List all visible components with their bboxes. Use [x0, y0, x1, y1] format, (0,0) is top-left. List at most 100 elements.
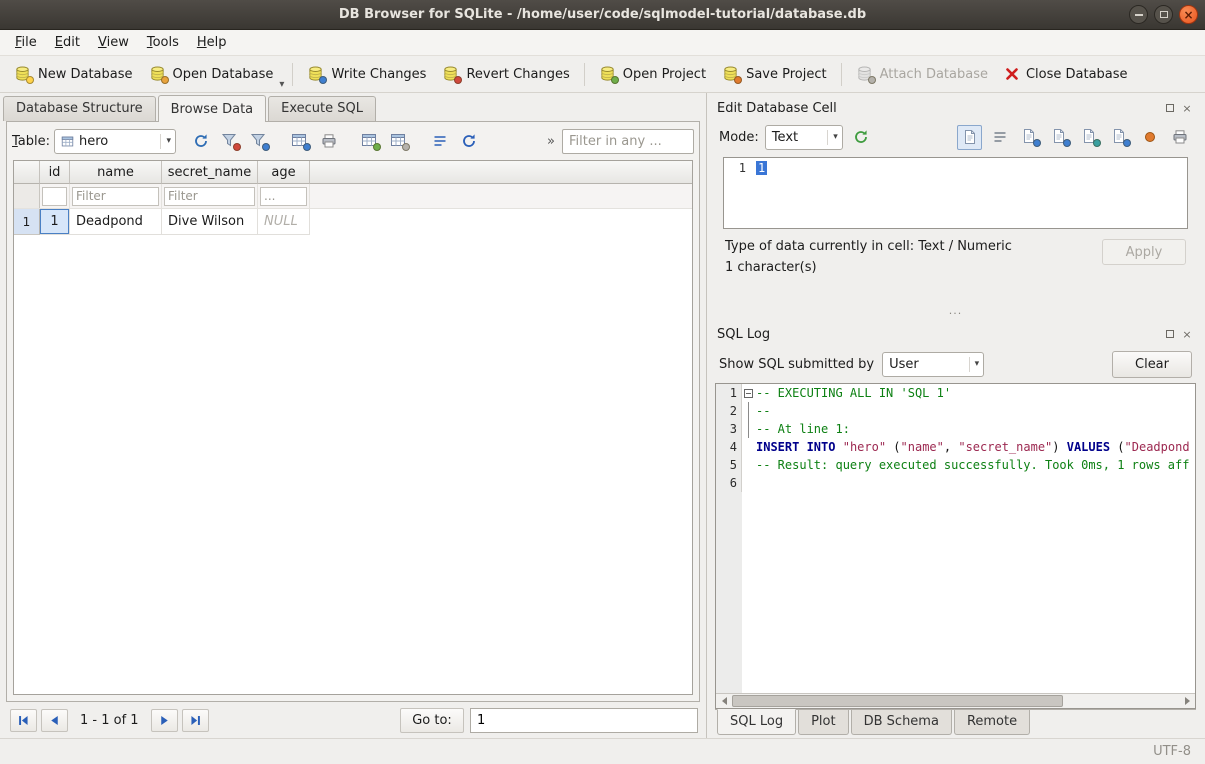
cell-name[interactable]: Deadpond — [70, 209, 162, 235]
close-database-button[interactable]: Close Database — [996, 60, 1136, 88]
tab-plot[interactable]: Plot — [798, 710, 849, 735]
cell-editor[interactable]: 1 1 — [723, 157, 1188, 229]
close-dock-icon[interactable]: × — [1180, 101, 1194, 115]
float-dock-icon[interactable] — [1163, 327, 1177, 341]
grid-filter-row — [14, 184, 692, 209]
text-mode-button[interactable] — [957, 125, 982, 150]
auto-switch-mode-button[interactable] — [849, 125, 874, 150]
menu-edit[interactable]: Edit — [46, 32, 89, 53]
column-header-age[interactable]: age — [258, 161, 310, 184]
goto-button[interactable]: Go to: — [400, 708, 464, 733]
goto-cell-button[interactable] — [456, 129, 481, 154]
scroll-left-button[interactable] — [716, 694, 732, 708]
revert-changes-icon — [442, 65, 460, 83]
sql-comment: -- At line 1: — [756, 420, 850, 438]
sql-comment: -- Result: query executed successfully. … — [756, 456, 1189, 474]
refresh-table-button[interactable] — [188, 129, 213, 154]
horizontal-scrollbar[interactable] — [716, 693, 1195, 708]
filter-input-age[interactable] — [260, 187, 307, 206]
row-header[interactable]: 1 — [14, 209, 40, 235]
print-cell-button[interactable] — [1167, 125, 1192, 150]
cell-editor-content[interactable]: 1 — [754, 158, 1187, 228]
column-header-name[interactable]: name — [70, 161, 162, 184]
table-combo[interactable]: hero ▾ — [54, 129, 176, 154]
previous-record-icon — [48, 714, 61, 727]
edit-cell-dock: Edit Database Cell × Mode: Text ▾ — [715, 95, 1196, 321]
cell-id[interactable]: 1 — [40, 209, 70, 235]
import-data-button[interactable] — [1077, 125, 1102, 150]
filter-input-name[interactable] — [72, 187, 159, 206]
column-header-id[interactable]: id — [40, 161, 70, 184]
save-file-button[interactable] — [1047, 125, 1072, 150]
menu-file[interactable]: File — [6, 32, 46, 53]
toolbar-overflow-icon[interactable]: » — [544, 134, 558, 149]
open-database-dropdown-icon[interactable]: ▾ — [279, 79, 284, 90]
float-dock-icon[interactable] — [1163, 101, 1177, 115]
tab-execute-sql[interactable]: Execute SQL — [268, 96, 376, 121]
sql-source-combo[interactable]: User ▾ — [882, 352, 984, 377]
mode-combo[interactable]: Text ▾ — [765, 125, 843, 150]
scroll-right-button[interactable] — [1179, 694, 1195, 708]
dock-splitter-handle[interactable]: ··· — [715, 309, 1196, 321]
open-project-button[interactable]: Open Project — [591, 59, 714, 89]
filter-input-secret-name[interactable] — [164, 187, 255, 206]
tab-sql-log[interactable]: SQL Log — [717, 709, 796, 735]
menu-tools[interactable]: Tools — [138, 32, 188, 53]
word-wrap-button[interactable] — [987, 125, 1012, 150]
column-header-secret-name[interactable]: secret_name — [162, 161, 258, 184]
last-record-button[interactable] — [182, 709, 209, 732]
new-record-button[interactable] — [357, 129, 382, 154]
cell-secret-name[interactable]: Dive Wilson — [162, 209, 258, 235]
delete-record-icon — [390, 132, 408, 150]
cell-age[interactable]: NULL — [258, 209, 310, 235]
grid-corner-cell — [14, 161, 40, 184]
print-table-button[interactable] — [316, 129, 341, 154]
mode-label: Mode: — [719, 130, 759, 145]
line-number: 6 — [716, 474, 742, 492]
minimize-button[interactable] — [1129, 5, 1148, 24]
scrollbar-thumb[interactable] — [732, 695, 1063, 707]
save-project-label: Save Project — [746, 67, 827, 82]
write-changes-button[interactable]: Write Changes — [299, 59, 434, 89]
set-null-button[interactable] — [1137, 125, 1162, 150]
tab-remote[interactable]: Remote — [954, 710, 1030, 735]
last-record-icon — [189, 714, 202, 727]
close-window-button[interactable]: × — [1179, 5, 1198, 24]
sql-log-view[interactable]: 1 -- EXECUTING ALL IN 'SQL 1' 2 -- 3 -- … — [715, 383, 1196, 709]
encoding-indicator[interactable]: UTF-8 — [1153, 744, 1191, 759]
open-database-button[interactable]: Open Database — [141, 59, 282, 89]
export-data-button[interactable] — [1107, 125, 1132, 150]
new-database-button[interactable]: New Database — [6, 59, 141, 89]
chevron-down-icon: ▾ — [160, 134, 171, 149]
save-table-button[interactable] — [287, 129, 312, 154]
goto-cell-icon — [461, 133, 477, 149]
menu-view[interactable]: View — [89, 32, 138, 53]
toolbar-separator — [841, 63, 842, 86]
first-record-button[interactable] — [10, 709, 37, 732]
filter-options-button[interactable] — [246, 129, 271, 154]
tab-db-schema[interactable]: DB Schema — [851, 710, 952, 735]
scrollbar-track[interactable] — [732, 694, 1179, 708]
maximize-icon — [1160, 11, 1168, 18]
select-columns-button[interactable] — [427, 129, 452, 154]
clear-log-button[interactable]: Clear — [1112, 351, 1192, 378]
close-dock-icon[interactable]: × — [1180, 327, 1194, 341]
goto-input[interactable] — [470, 708, 698, 733]
open-project-icon — [599, 65, 617, 83]
filter-any-input[interactable] — [562, 129, 694, 154]
next-record-button[interactable] — [151, 709, 178, 732]
menu-help[interactable]: Help — [188, 32, 236, 53]
maximize-button[interactable] — [1154, 5, 1173, 24]
clear-filters-button[interactable] — [217, 129, 242, 154]
sql-log-line: 2 -- — [716, 402, 1195, 420]
revert-changes-button[interactable]: Revert Changes — [434, 59, 577, 89]
tab-database-structure[interactable]: Database Structure — [3, 96, 156, 121]
fold-marker-icon[interactable] — [744, 389, 753, 398]
save-table-icon — [291, 132, 309, 150]
filter-input-id[interactable] — [42, 187, 67, 206]
tab-browse-data[interactable]: Browse Data — [158, 95, 267, 122]
save-project-button[interactable]: Save Project — [714, 59, 835, 89]
delete-record-button[interactable] — [386, 129, 411, 154]
open-file-button[interactable] — [1017, 125, 1042, 150]
previous-record-button[interactable] — [41, 709, 68, 732]
